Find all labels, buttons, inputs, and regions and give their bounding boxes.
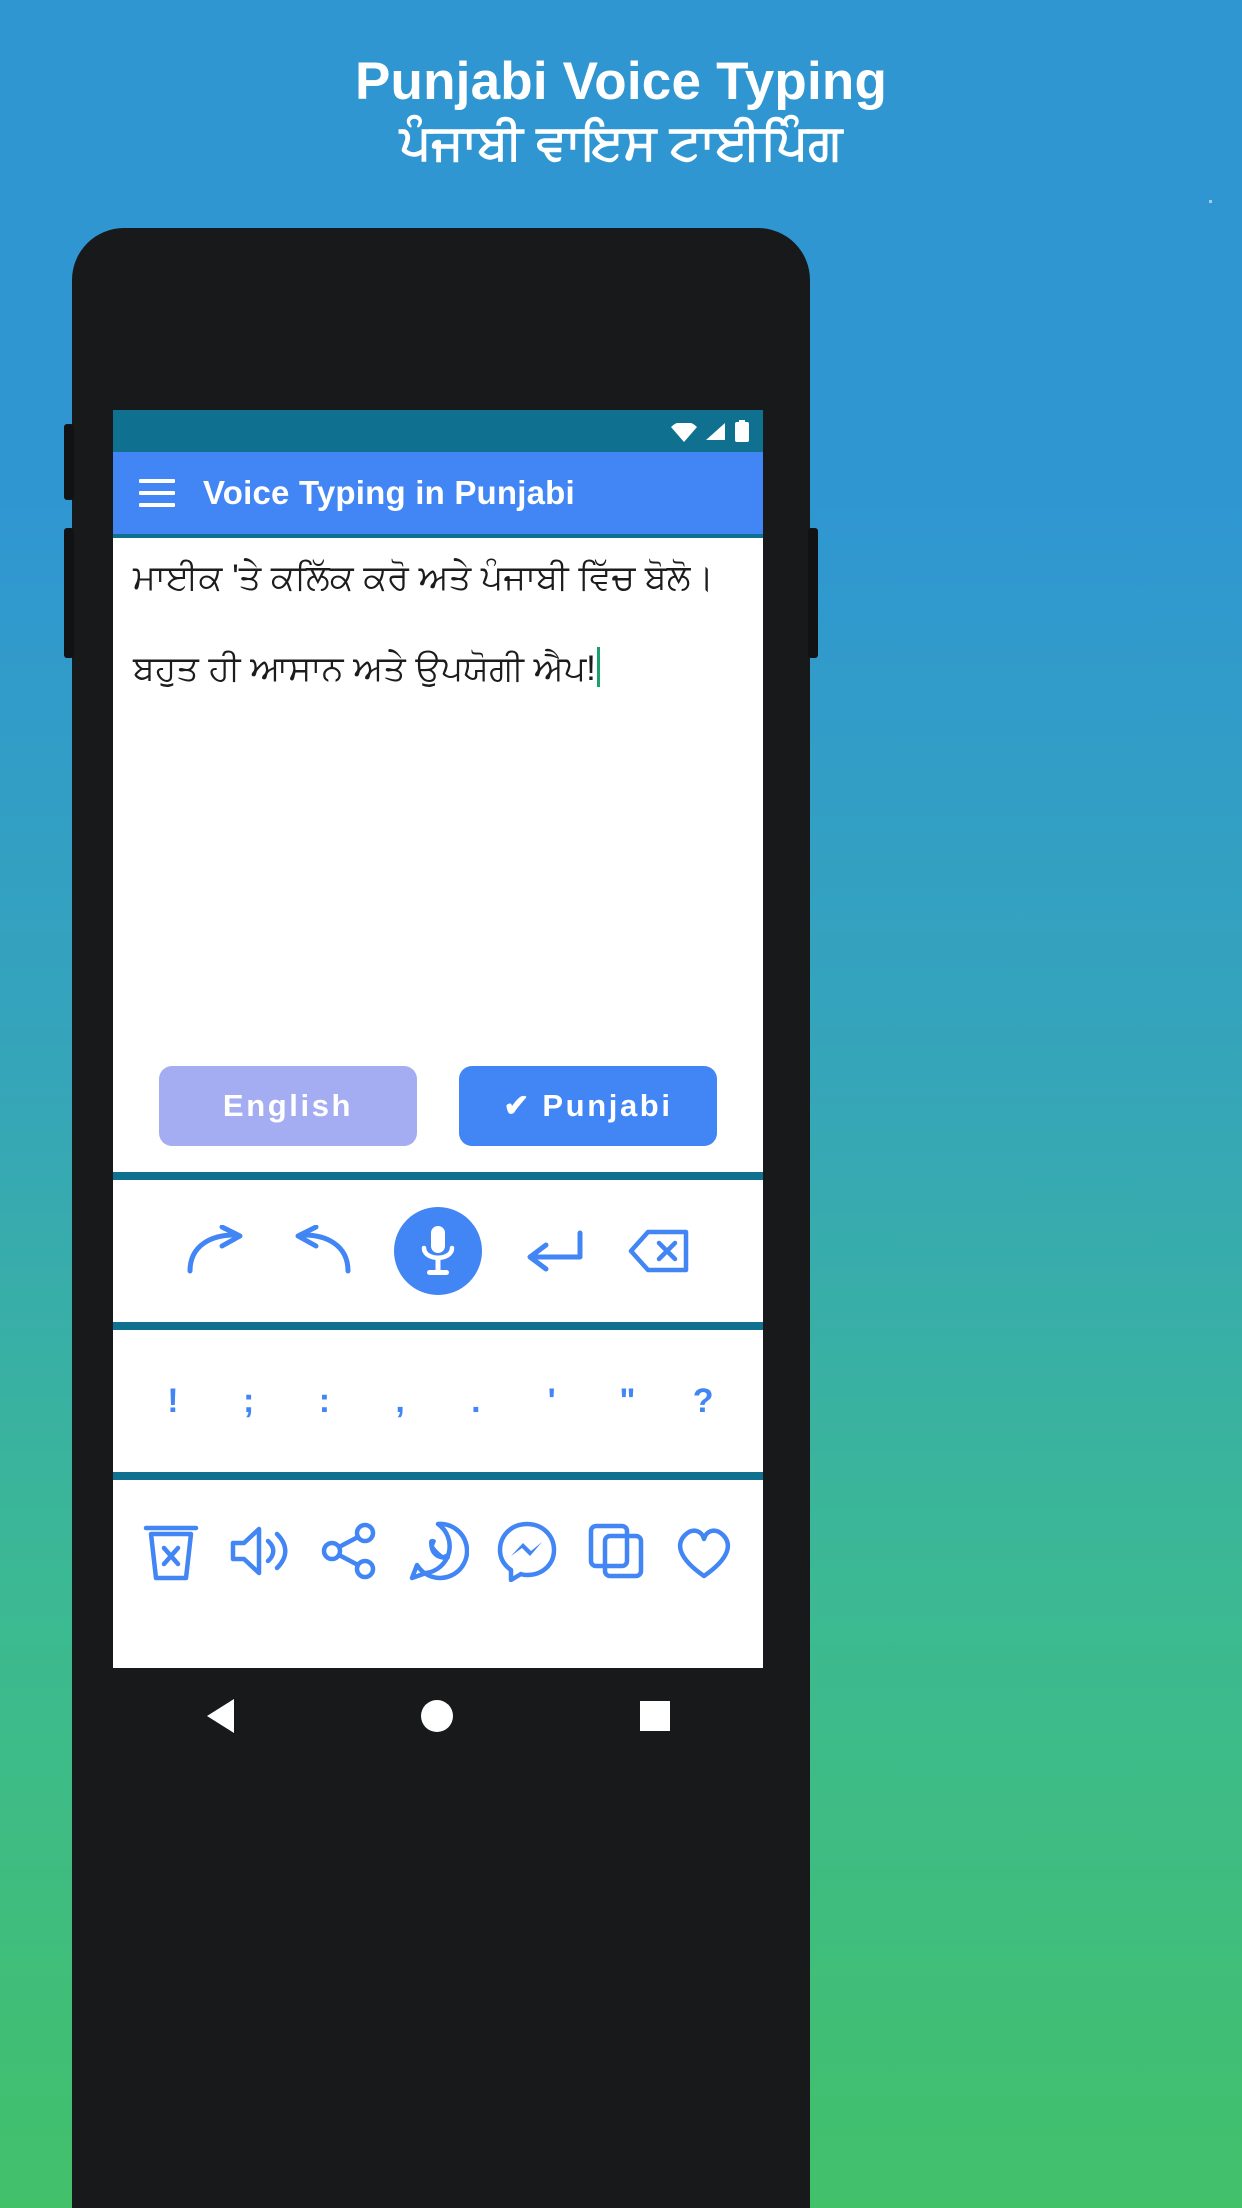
divider [113, 1172, 763, 1180]
language-button-english[interactable]: English [159, 1066, 417, 1146]
nav-home-button[interactable] [420, 1700, 453, 1732]
punctuation-row: ! ; : , . ' " ? [113, 1330, 763, 1472]
text-editor[interactable]: ਮਾਈਕ 'ਤੇ ਕਲਿੱਕ ਕਰੋ ਅਤੇ ਪੰਜਾਬੀ ਵਿੱਚ ਬੋਲੋ।… [113, 538, 763, 1066]
enter-icon[interactable] [518, 1214, 592, 1288]
punctuation-key[interactable]: , [377, 1382, 423, 1421]
phone-mockup: Voice Typing in Punjabi ਮਾਈਕ 'ਤੇ ਕਲਿੱਕ ਕ… [64, 228, 818, 2208]
punctuation-key[interactable]: ' [529, 1382, 575, 1421]
action-row [113, 1480, 763, 1622]
android-status-bar [113, 410, 763, 452]
page-subtitle-punjabi: ਪੰਜਾਬੀ ਵਾਇਸ ਟਾਈਪਿੰਗ [399, 116, 843, 171]
language-button-punjabi-label: Punjabi [542, 1088, 673, 1123]
punctuation-key[interactable]: " [604, 1382, 650, 1421]
phone-screen: Voice Typing in Punjabi ਮਾਈਕ 'ਤੇ ਕਲਿੱਕ ਕ… [113, 410, 763, 1668]
editor-line-2-text: ਬਹੁਤ ਹੀ ਆਸਾਨ ਅਤੇ ਉਪਯੋਗੀ ਐਪ! [133, 649, 596, 688]
power-button [808, 528, 818, 658]
battery-icon [735, 420, 749, 442]
speaker-icon[interactable] [225, 1516, 295, 1586]
volume-up-button [64, 424, 74, 500]
punctuation-key[interactable]: ! [150, 1382, 196, 1421]
language-button-english-label: English [222, 1088, 354, 1123]
divider [113, 1472, 763, 1480]
editor-line-2: ਬਹੁਤ ਹੀ ਆਸਾਨ ਅਤੇ ਉਪਯੋਗੀ ਐਪ! [133, 647, 743, 687]
heart-icon[interactable] [669, 1516, 739, 1586]
punctuation-key[interactable]: ? [680, 1382, 726, 1421]
wifi-icon [671, 422, 697, 442]
nav-recents-button[interactable] [639, 1701, 670, 1731]
clear-trash-icon[interactable] [136, 1516, 206, 1586]
app-bar-title: Voice Typing in Punjabi [203, 474, 575, 511]
language-button-punjabi[interactable]: ✔ Punjabi [459, 1066, 717, 1146]
check-icon: ✔ [503, 1088, 530, 1123]
language-toggle-row: English ✔ Punjabi [113, 1066, 763, 1172]
text-caret [596, 647, 600, 687]
editor-line-1: ਮਾਈਕ 'ਤੇ ਕਲਿੱਕ ਕਰੋ ਅਤੇ ਪੰਜਾਬੀ ਵਿੱਚ ਬੋਲੋ। [133, 558, 714, 597]
punctuation-key[interactable]: : [301, 1382, 347, 1421]
messenger-icon[interactable] [492, 1516, 562, 1586]
android-navigation-bar [113, 1668, 763, 1764]
app-bar: Voice Typing in Punjabi [113, 452, 763, 538]
backspace-icon[interactable] [622, 1214, 696, 1288]
editor-toolbar [113, 1180, 763, 1322]
copy-icon[interactable] [581, 1516, 651, 1586]
page-title: Punjabi Voice Typing [354, 52, 888, 111]
microphone-icon[interactable] [394, 1207, 482, 1295]
punctuation-key[interactable]: ; [226, 1382, 272, 1421]
divider [113, 1322, 763, 1330]
decorative-dot [1209, 200, 1212, 203]
undo-icon[interactable] [284, 1214, 358, 1288]
nav-back-button[interactable] [206, 1699, 234, 1733]
share-icon[interactable] [314, 1516, 384, 1586]
redo-icon[interactable] [180, 1214, 254, 1288]
whatsapp-icon[interactable] [403, 1516, 473, 1586]
promo-header: Punjabi Voice Typing ਪੰਜਾਬੀ ਵਾਇਸ ਟਾਈਪਿੰਗ [0, 52, 1242, 175]
signal-icon [704, 422, 726, 441]
hamburger-menu-icon[interactable] [139, 479, 175, 507]
punctuation-key[interactable]: . [453, 1382, 499, 1421]
volume-down-button [64, 528, 74, 658]
